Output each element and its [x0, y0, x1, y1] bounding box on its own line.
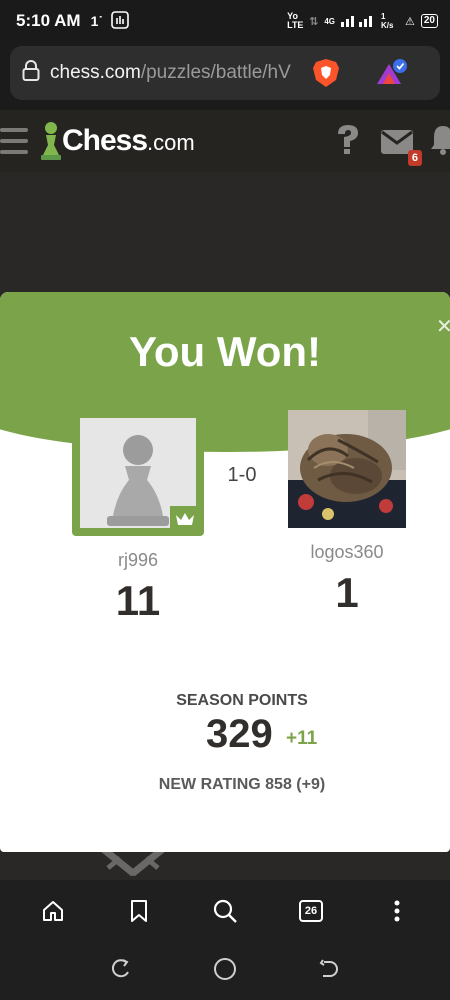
logo-suffix: .com — [147, 130, 195, 155]
player-right-name[interactable]: logos360 — [288, 542, 406, 563]
brave-shields-icon[interactable] — [312, 58, 340, 88]
match-score: 1-0 — [227, 464, 257, 486]
more-vertical-icon — [394, 900, 400, 922]
bookmark-icon — [131, 900, 147, 922]
signal-label: 4G — [324, 16, 335, 26]
messages-badge: 6 — [407, 150, 422, 166]
home-icon — [43, 901, 63, 921]
logo-main: Chess — [62, 124, 148, 157]
battery-icon: 20 — [420, 14, 438, 28]
home-nav-button[interactable] — [213, 957, 237, 986]
browser-toolbar: 26 — [0, 880, 450, 942]
logo-text: Chess.com — [62, 124, 195, 158]
crown-icon — [170, 506, 200, 532]
menu-icon[interactable] — [0, 124, 30, 158]
back-icon — [319, 958, 338, 977]
season-points-delta: +11 — [286, 728, 318, 749]
help-icon[interactable] — [332, 122, 364, 161]
player-card-left: rj996 11 — [72, 410, 204, 625]
season-points-value: 329 — [206, 712, 273, 756]
data-arrows-icon: ⇅ — [309, 15, 319, 28]
more-menu-button[interactable] — [377, 891, 417, 931]
player-left-name[interactable]: rj996 — [72, 550, 204, 571]
brave-rewards-icon[interactable] — [374, 58, 408, 88]
recent-apps-button[interactable] — [110, 958, 132, 985]
home-button[interactable] — [33, 891, 73, 931]
speed-indicator: 1 K/s — [381, 12, 394, 30]
url-host: chess.com — [50, 62, 141, 83]
status-bar: 5:10 AM 1˙ Yo LTE ⇅ 4G 1 K/s ⚠ 20 — [0, 0, 450, 42]
tab-count: 26 — [299, 900, 323, 922]
status-indicator: 1˙ — [90, 13, 104, 29]
lock-icon[interactable] — [22, 59, 40, 87]
player-right-score: 1 — [335, 569, 359, 616]
search-icon — [213, 899, 237, 923]
player-card-right: logos360 1 — [288, 410, 406, 617]
search-button[interactable] — [205, 891, 245, 931]
notifications-button[interactable]: 71 — [430, 124, 450, 166]
result-modal: You Won! ✕ rj996 11 1-0 logos360 1 SEASO… — [0, 292, 450, 852]
touch-icon — [111, 10, 129, 32]
home-circle-icon — [213, 957, 236, 980]
back-nav-button[interactable] — [318, 958, 340, 985]
android-nav-bar — [0, 942, 450, 1000]
player-left-score: 11 — [115, 577, 161, 624]
result-title: You Won! — [128, 328, 322, 375]
url-bar[interactable]: chess.com/puzzles/battle/hV — [10, 46, 440, 100]
status-time: 5:10 AM — [16, 11, 81, 30]
site-header: Chess.com 6 71 — [0, 110, 450, 172]
url-text[interactable]: chess.com/puzzles/battle/hV — [50, 62, 300, 84]
alert-icon: ⚠ — [405, 15, 415, 28]
recents-icon — [112, 958, 130, 977]
bookmark-button[interactable] — [119, 891, 159, 931]
pawn-logo-icon — [41, 122, 61, 160]
season-points-label: SEASON POINTS — [176, 692, 308, 709]
new-rating: NEW RATING 858 (+9) — [158, 776, 326, 793]
network-type: Yo LTE — [287, 11, 304, 30]
tabs-button[interactable]: 26 — [291, 891, 331, 931]
avatar-left[interactable] — [72, 410, 204, 536]
chess-logo[interactable]: Chess.com — [40, 121, 195, 161]
bell-icon — [431, 126, 450, 155]
avatar-right[interactable] — [288, 410, 406, 528]
signal-bars-icon — [341, 13, 375, 30]
close-icon[interactable]: ✕ — [436, 314, 450, 338]
url-path: /puzzles/battle/hV — [140, 62, 291, 83]
messages-button[interactable]: 6 — [380, 124, 422, 166]
cat-photo-icon — [288, 410, 406, 528]
